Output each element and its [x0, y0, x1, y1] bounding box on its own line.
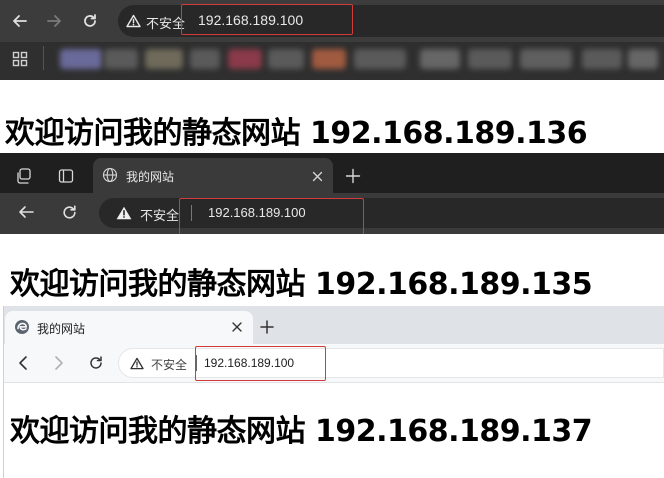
forward-chevron-icon[interactable]	[52, 355, 66, 371]
back-chevron-icon[interactable]	[16, 355, 30, 371]
bookmark-item[interactable]	[312, 49, 346, 69]
page-heading: 欢迎访问我的静态网站 192.168.189.135	[10, 267, 593, 302]
apps-grid-icon[interactable]	[12, 51, 28, 67]
page-heading: 欢迎访问我的静态网站 192.168.189.137	[10, 414, 593, 449]
warning-triangle-icon[interactable]	[130, 357, 144, 370]
warning-triangle-icon[interactable]	[116, 206, 132, 220]
bookmark-item[interactable]	[354, 49, 406, 69]
browser-logo-icon	[15, 320, 29, 334]
bookmark-item[interactable]	[145, 49, 183, 69]
back-arrow-icon[interactable]	[17, 204, 35, 220]
plus-icon[interactable]	[260, 320, 274, 334]
security-status-label[interactable]: 不安全	[146, 13, 185, 32]
plus-icon[interactable]	[345, 168, 361, 184]
warning-triangle-icon[interactable]	[126, 14, 141, 28]
bookmark-item[interactable]	[228, 49, 262, 69]
globe-icon	[102, 167, 118, 183]
bookmark-item[interactable]	[582, 49, 622, 69]
bookmark-item[interactable]	[628, 49, 658, 69]
url-highlight-box	[195, 346, 326, 381]
close-icon[interactable]	[312, 171, 323, 182]
back-arrow-icon[interactable]	[12, 13, 28, 29]
url-highlight-box	[181, 4, 353, 35]
page-heading: 欢迎访问我的静态网站 192.168.189.136	[5, 116, 588, 151]
tab-title: 我的网站	[37, 322, 86, 336]
bookmarks-divider	[43, 46, 44, 70]
bookmark-item[interactable]	[268, 49, 304, 69]
bookmark-item[interactable]	[190, 49, 220, 69]
bookmark-item[interactable]	[468, 49, 512, 69]
close-icon[interactable]	[232, 322, 242, 332]
reload-icon[interactable]	[82, 13, 98, 29]
tab-title: 我的网站	[126, 170, 175, 184]
tab-actions-icon[interactable]	[57, 167, 75, 185]
workspaces-icon[interactable]	[15, 167, 33, 185]
reload-icon[interactable]	[88, 355, 104, 371]
bookmark-item[interactable]	[104, 49, 138, 69]
bookmark-item[interactable]	[60, 49, 102, 69]
reload-icon[interactable]	[61, 204, 78, 221]
forward-arrow-icon[interactable]	[46, 13, 62, 29]
security-status-label[interactable]: 不安全	[140, 205, 179, 224]
security-status-label[interactable]: 不安全	[151, 356, 187, 373]
bookmark-item[interactable]	[420, 49, 460, 69]
bookmark-item[interactable]	[520, 49, 572, 69]
url-highlight-box	[179, 198, 364, 235]
